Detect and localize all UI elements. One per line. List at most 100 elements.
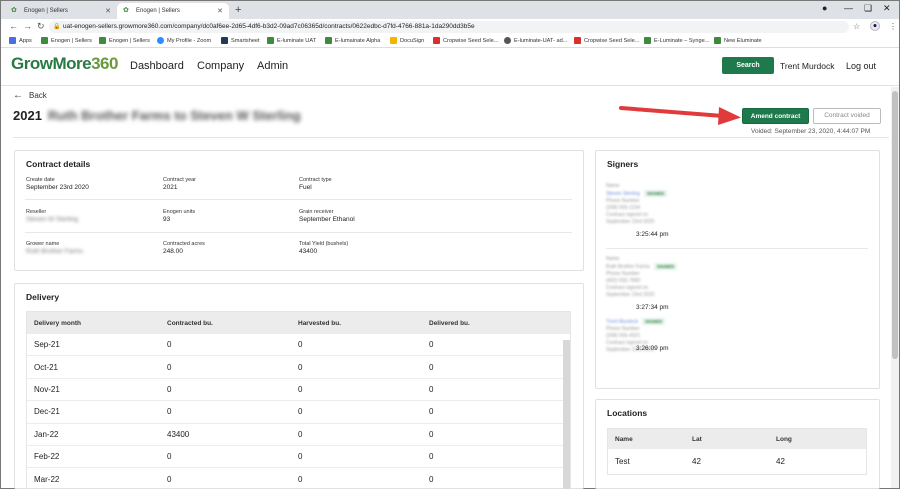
window-record-icon[interactable]: ●: [822, 3, 827, 13]
cell: 0: [298, 362, 303, 372]
page-scrollbar[interactable]: [891, 87, 899, 488]
bookmark-label: Smartsheet: [231, 37, 260, 44]
bookmark-item[interactable]: Cropwise Seed Sele...: [574, 37, 639, 44]
smartsheet-icon: [221, 37, 228, 44]
table-row: Oct-21 0 0 0: [27, 356, 570, 379]
eluminate-icon: [267, 37, 274, 44]
logout-link[interactable]: Log out: [846, 61, 876, 71]
bookmark-star-icon[interactable]: ☆: [853, 22, 860, 31]
profile-avatar-icon[interactable]: ☻: [870, 21, 880, 31]
cell: 0: [298, 429, 303, 439]
cell: 0: [167, 474, 172, 484]
apps-grid-icon: [9, 37, 16, 44]
field-label: Contract type: [299, 177, 332, 183]
close-tab-icon[interactable]: ✕: [105, 7, 111, 15]
cell: 0: [429, 407, 434, 417]
bookmark-label: New Eluminate: [724, 37, 762, 44]
forward-arrow-icon[interactable]: →: [23, 21, 32, 31]
bookmark-label: E-luminate UAT: [277, 37, 317, 44]
signer-name: Trent Murdock: [606, 319, 639, 325]
bookmark-label: E-Luminate – Synge...: [654, 37, 710, 44]
enogen-favicon-icon: ✿: [11, 7, 17, 14]
bookmark-item[interactable]: Enogen | Sellers: [99, 37, 150, 44]
field-label: Create date: [26, 177, 55, 183]
cell: 42: [692, 457, 701, 466]
table-row: Dec-21 0 0 0: [27, 401, 570, 424]
bookmark-item[interactable]: E-lumainate Alpha: [325, 37, 380, 44]
table-header: Name Lat Long: [608, 429, 866, 449]
field-value: 2021: [163, 184, 178, 191]
field-contracted-acres: Contracted acres 248.00: [163, 241, 293, 255]
signer-name-link[interactable]: Steven Sterling SIGNED: [606, 190, 876, 198]
table-row: Sep-21 0 0 0: [27, 334, 570, 357]
field-grain-receiver: Grain receiver September Ethanol: [299, 209, 429, 223]
more-menu-icon[interactable]: ⋮: [889, 22, 897, 31]
nav-admin[interactable]: Admin: [257, 60, 288, 72]
signer-line: (308) 555-4321: [606, 333, 641, 339]
cell: 0: [167, 407, 172, 417]
bookmark-item[interactable]: Apps: [9, 37, 32, 44]
divider: [606, 248, 868, 249]
cell: 0: [298, 452, 303, 462]
search-button[interactable]: Search: [722, 57, 774, 74]
cropwise-icon: [433, 37, 440, 44]
table-scrollbar[interactable]: [563, 340, 570, 489]
bookmark-label: Enogen | Sellers: [109, 37, 150, 44]
field-label: Reseller: [26, 209, 47, 215]
reload-icon[interactable]: ↻: [37, 21, 45, 32]
table-row: Nov-21 0 0 0: [27, 379, 570, 402]
browser-tab-active[interactable]: ✿ Enogen | Sellers ✕: [117, 3, 229, 19]
address-bar-row: ← → ↻ 🔒 uat-enogen-sellers.growmore360.c…: [1, 19, 899, 35]
field-label: Grain receiver: [299, 209, 334, 215]
cell: 0: [167, 362, 172, 372]
signer-line: (402) 555-7890: [606, 278, 641, 284]
nav-dashboard[interactable]: Dashboard: [130, 60, 184, 72]
bookmark-item[interactable]: Smartsheet: [221, 37, 260, 44]
field-total-yield: Total Yield (bushels) 43400: [299, 241, 429, 255]
restore-icon[interactable]: ❏: [864, 3, 872, 14]
scrollbar-thumb[interactable]: [892, 91, 898, 359]
back-link[interactable]: ← Back: [13, 90, 47, 101]
contract-details-card: Contract details Create date September 2…: [14, 150, 584, 271]
signer-name-link[interactable]: Trent Murdock SIGNED: [606, 318, 876, 326]
user-name[interactable]: Trent Murdock: [780, 61, 834, 71]
bookmark-item[interactable]: DocuSign: [390, 37, 424, 44]
browser-tab[interactable]: ✿ Enogen | Sellers ✕: [5, 3, 117, 19]
signed-time: 3:25:44 pm: [636, 231, 669, 238]
tab-title: Enogen | Sellers: [136, 8, 180, 14]
bookmark-item[interactable]: Enogen | Sellers: [41, 37, 92, 44]
contract-voided-button: Contract voided: [813, 108, 881, 124]
growmore360-logo[interactable]: GrowMore360: [11, 54, 118, 74]
close-tab-icon[interactable]: ✕: [217, 7, 223, 15]
signed-badge: SIGNED: [642, 318, 666, 325]
signer-name: Steven Sterling: [606, 191, 640, 197]
signer-line: Phone Number: [606, 198, 640, 204]
signer-line: Phone Number: [606, 326, 640, 332]
bookmark-item[interactable]: New Eluminate: [714, 37, 762, 44]
window-close-icon[interactable]: ✕: [883, 3, 891, 14]
cell: 0: [429, 362, 434, 372]
bookmark-label: E-luminate-UAT- ad...: [514, 37, 568, 44]
field-value: Steven W Sterling: [26, 216, 79, 223]
cell: Test: [615, 457, 630, 466]
page-title: 2021 Ruth Brother Farms to Steven W Sterl…: [13, 108, 301, 123]
bookmark-item[interactable]: E-Luminate – Synge...: [644, 37, 709, 44]
delivery-card: Delivery Delivery month Contracted bu. H…: [14, 283, 584, 489]
signer-line: Contract signed on: [606, 212, 648, 218]
nav-company[interactable]: Company: [197, 60, 244, 72]
new-tab-button[interactable]: +: [235, 4, 241, 16]
bookmark-item[interactable]: E-luminate-UAT- ad...: [504, 37, 567, 44]
cell: 42: [776, 457, 785, 466]
annotation-arrow-icon: [619, 106, 741, 125]
bookmark-item[interactable]: Cropwise Seed Sele...: [433, 37, 498, 44]
bookmark-item[interactable]: My Profile - Zoom: [157, 37, 211, 44]
url-field[interactable]: 🔒 uat-enogen-sellers.growmore360.com/com…: [49, 21, 849, 33]
field-enogen-units: Enogen units 93: [163, 209, 293, 223]
amend-contract-button[interactable]: Amend contract: [742, 108, 809, 124]
back-label: Back: [29, 91, 47, 100]
minimize-icon[interactable]: —: [844, 3, 853, 13]
bookmark-item[interactable]: E-luminate UAT: [267, 37, 316, 44]
back-arrow-icon[interactable]: ←: [9, 21, 18, 31]
signer-entry: Trent Murdock SIGNED Phone Number (308) 5…: [606, 318, 876, 354]
divider: [13, 137, 889, 138]
